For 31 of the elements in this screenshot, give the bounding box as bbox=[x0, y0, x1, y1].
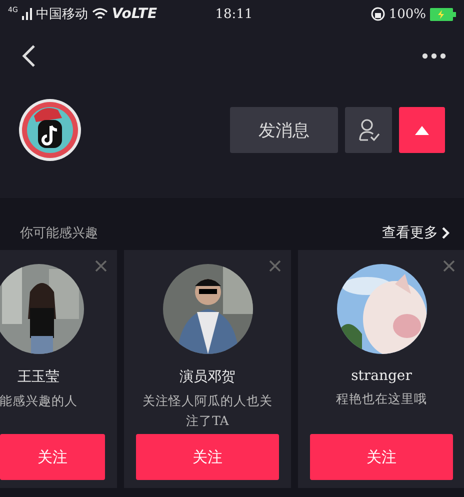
user-check-icon bbox=[358, 118, 380, 142]
friend-button[interactable] bbox=[345, 107, 392, 153]
clock: 18:11 bbox=[214, 6, 254, 22]
volte-label: VoLTE bbox=[112, 6, 158, 22]
wifi-icon bbox=[92, 8, 108, 20]
carrier-name: 中国移动 bbox=[36, 6, 88, 23]
triangle-up-icon bbox=[415, 126, 429, 134]
battery-icon bbox=[430, 8, 456, 20]
battery-percent: 100% bbox=[388, 6, 426, 22]
see-more-link[interactable]: 查看更多 bbox=[382, 224, 450, 242]
close-icon[interactable] bbox=[95, 260, 107, 272]
message-button[interactable]: 发消息 bbox=[230, 107, 338, 153]
profile-avatar bbox=[18, 98, 82, 162]
chevron-right-icon bbox=[442, 227, 450, 239]
follow-reason: 程艳也在这里哦 bbox=[335, 390, 428, 408]
follow-button[interactable]: 关注 bbox=[0, 434, 105, 480]
user-name: 演员邓贺 bbox=[180, 368, 236, 386]
collapse-button[interactable] bbox=[399, 107, 445, 153]
user-name: 王玉莹 bbox=[18, 368, 60, 386]
follow-button[interactable]: 关注 bbox=[310, 434, 453, 480]
more-icon[interactable] bbox=[422, 53, 446, 59]
rotation-lock-icon bbox=[370, 7, 385, 21]
close-icon[interactable] bbox=[443, 260, 455, 272]
signal-icon bbox=[22, 8, 32, 20]
section-title: 你可能感兴趣 bbox=[20, 225, 98, 242]
follow-button[interactable]: 关注 bbox=[136, 434, 279, 480]
close-icon[interactable] bbox=[269, 260, 281, 272]
user-name: stranger bbox=[351, 368, 412, 384]
follow-reason: 关注怪人阿瓜的人也关注了TA bbox=[142, 392, 274, 430]
follow-reason: 能感兴趣的人 bbox=[0, 392, 78, 410]
back-icon[interactable] bbox=[22, 44, 36, 68]
